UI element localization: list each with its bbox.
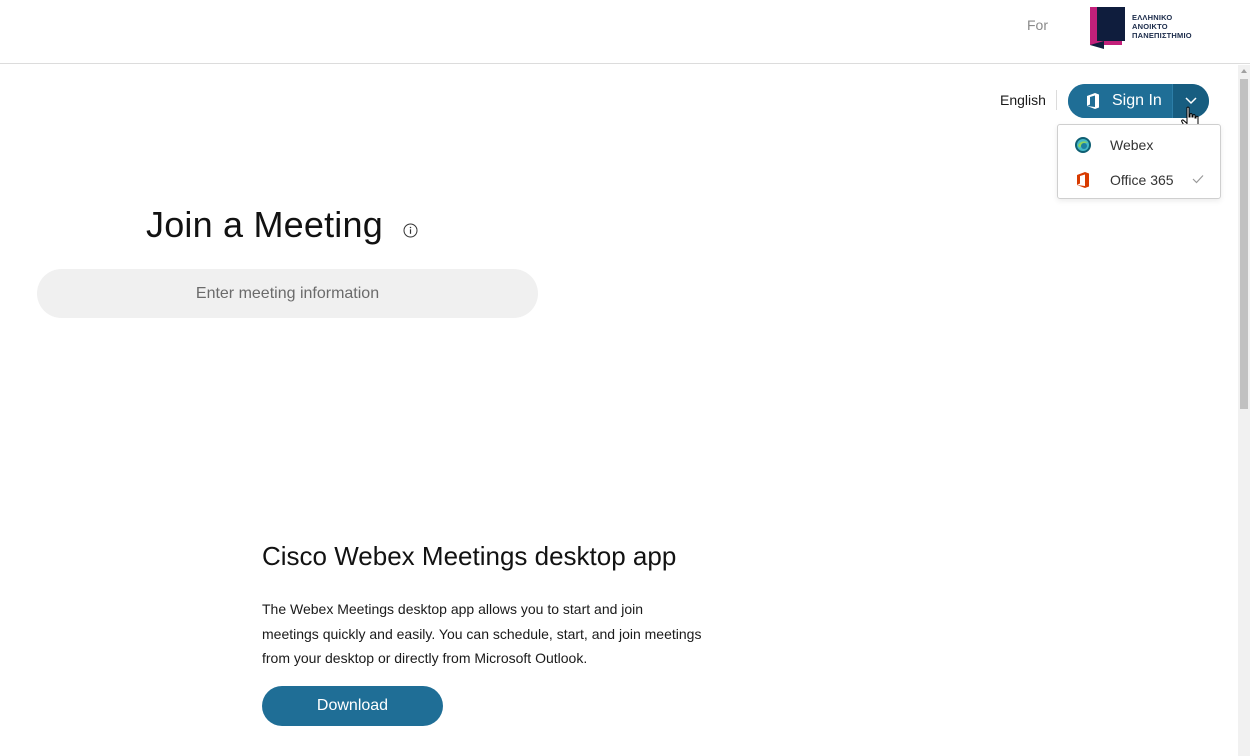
logo-text: ΕΛΛΗΝΙΚΟ ΑΝΟΙΚΤΟ ΠΑΝΕΠΙΣΤΗΜΙΟ <box>1132 13 1192 40</box>
sign-in-button[interactable]: Sign In <box>1068 84 1172 118</box>
menu-item-label: Webex <box>1110 137 1154 153</box>
sign-in-label: Sign In <box>1112 92 1162 109</box>
logo-mark-icon <box>1090 7 1125 49</box>
menu-item-label: Office 365 <box>1110 172 1174 188</box>
webex-icon <box>1075 137 1091 153</box>
menu-item-office-365[interactable]: Office 365 <box>1058 165 1220 195</box>
meeting-info-input[interactable] <box>37 269 538 318</box>
language-selector[interactable]: English <box>1000 92 1046 108</box>
page-scrollbar[interactable] <box>1238 65 1250 756</box>
office-icon <box>1077 172 1089 188</box>
top-header: For ΕΛΛΗΝΙΚΟ ΑΝΟΙΚΤΟ ΠΑΝΕΠΙΣΤΗΜΙΟ <box>0 0 1250 64</box>
chevron-down-icon <box>1185 97 1197 105</box>
download-button[interactable]: Download <box>262 686 443 726</box>
page-title: Join a Meeting <box>146 204 383 245</box>
section-title: Cisco Webex Meetings desktop app <box>262 541 677 571</box>
info-icon[interactable] <box>402 222 419 239</box>
university-logo[interactable]: ΕΛΛΗΝΙΚΟ ΑΝΟΙΚΤΟ ΠΑΝΕΠΙΣΤΗΜΙΟ <box>1088 5 1208 49</box>
divider <box>1056 90 1057 110</box>
for-label: For <box>1027 17 1048 33</box>
section-description: The Webex Meetings desktop app allows yo… <box>262 601 702 666</box>
menu-item-webex[interactable]: Webex <box>1058 130 1220 160</box>
checkmark-icon <box>1192 175 1204 184</box>
scroll-thumb[interactable] <box>1240 79 1248 409</box>
office-icon <box>1087 93 1099 109</box>
scroll-up-arrow-icon[interactable] <box>1241 69 1247 73</box>
sign-in-provider-menu: Webex Office 365 <box>1057 124 1221 199</box>
